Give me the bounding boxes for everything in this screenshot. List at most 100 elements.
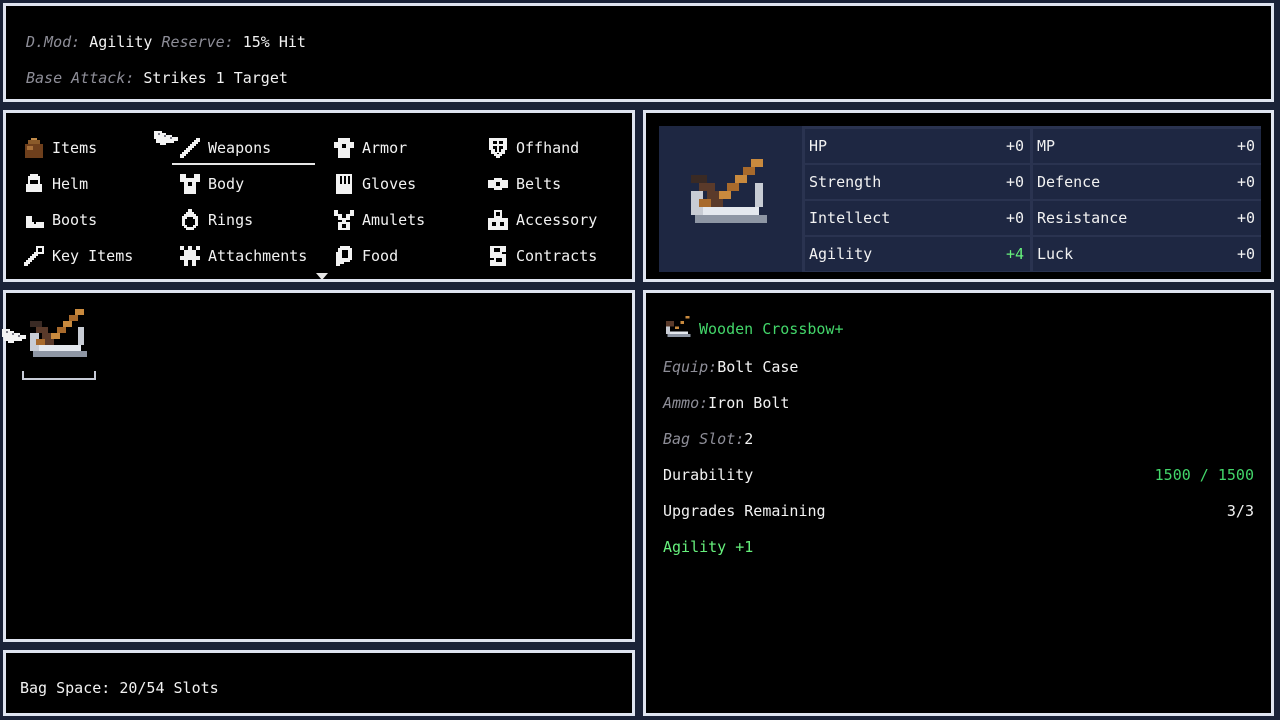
category-label: Belts [516, 175, 562, 193]
equip-value: Bolt Case [717, 358, 799, 376]
scroll-down-arrow-icon[interactable] [316, 273, 328, 280]
base-attack-value: Strikes 1 Target [143, 69, 288, 87]
category-belts[interactable]: Belts [486, 169, 561, 199]
stat-value: +0 [1236, 137, 1255, 155]
stat-name: Intellect [809, 209, 891, 227]
item-name: Wooden Crossbow+ [699, 320, 844, 338]
item-preview [659, 126, 802, 272]
equip-label: Equip: [663, 358, 718, 376]
category-label: Attachments [208, 247, 308, 265]
ammo-label: Ammo: [663, 394, 709, 412]
ammo-row: Ammo: Iron Bolt [663, 391, 1254, 415]
boots-icon [26, 216, 44, 228]
inventory-panel [2, 290, 635, 642]
stat-resistance: Resistance +0 [1033, 201, 1261, 235]
reserve-value: 15% Hit [242, 33, 306, 51]
stat-luck: Luck +0 [1033, 237, 1261, 271]
category-offhand[interactable]: Offhand [486, 133, 579, 163]
category-rings[interactable]: Rings [178, 205, 253, 235]
category-amulets[interactable]: Amulets [332, 205, 425, 235]
stat-name: Defence [1037, 173, 1101, 191]
category-label: Boots [52, 211, 98, 229]
sword-icon [180, 138, 200, 158]
inventory-slot[interactable] [20, 309, 96, 379]
category-attachments[interactable]: Attachments [178, 241, 307, 271]
bag-slot-label: Bag Slot: [663, 430, 745, 448]
contract-icon [490, 246, 506, 266]
category-key-items[interactable]: Key Items [22, 241, 133, 271]
category-label: Gloves [362, 175, 417, 193]
category-label: Offhand [516, 139, 580, 157]
crossbow-icon [30, 309, 87, 357]
belt-icon [488, 178, 508, 190]
category-food[interactable]: Food [332, 241, 398, 271]
ammo-value: Iron Bolt [708, 394, 790, 412]
armor-icon [334, 138, 354, 158]
stat-value: +0 [1236, 245, 1255, 263]
reserve-label: Reserve: [161, 33, 234, 51]
durability-label: Durability [663, 466, 754, 484]
stat-value: +0 [1005, 209, 1024, 227]
category-panel: Items Weapons Armor Offhand Helm Body Gl… [3, 110, 635, 282]
stat-value: +4 [1005, 245, 1024, 263]
stat-preview-panel: HP +0 MP +0 Strength +0 Defence +0 Intellect… [643, 110, 1274, 282]
stat-agility: Agility +4 [805, 237, 1030, 271]
crossbow-icon [666, 316, 691, 337]
category-label: Rings [208, 211, 254, 229]
bag-slot-value: 2 [744, 430, 754, 448]
stat-name: Luck [1037, 245, 1074, 263]
stat-grid: HP +0 MP +0 Strength +0 Defence +0 Intellect… [659, 126, 1261, 272]
category-label: Armor [362, 139, 408, 157]
durability-row: Durability 1500 / 1500 [663, 463, 1254, 487]
category-helm[interactable]: Helm [22, 169, 88, 199]
category-label: Amulets [362, 211, 426, 229]
stat-strength: Strength +0 [805, 165, 1030, 199]
attachment-icon [180, 246, 200, 266]
helm-icon [26, 174, 42, 192]
dmod-line: D.Mod: Agility Reserve: 15% Hit [26, 33, 306, 51]
category-gloves[interactable]: Gloves [332, 169, 416, 199]
stat-value: +0 [1005, 173, 1024, 191]
bonus-row: Agility +1 [663, 535, 1254, 559]
food-icon [336, 246, 352, 266]
item-detail-panel: Wooden Crossbow+ Equip: Bolt Case Ammo: … [643, 290, 1274, 716]
shield-icon [489, 138, 507, 158]
category-accessory[interactable]: Accessory [486, 205, 597, 235]
dmod-label: D.Mod: [26, 33, 81, 51]
category-armor[interactable]: Armor [332, 133, 407, 163]
category-label: Helm [52, 175, 89, 193]
item-summary-panel: D.Mod: Agility Reserve: 15% Hit Base Att… [3, 3, 1274, 102]
bag-space-text: Bag Space: 20/54 Slots [20, 679, 219, 697]
key-icon [24, 246, 44, 266]
stat-name: MP [1037, 137, 1056, 155]
stat-value: +0 [1005, 137, 1024, 155]
category-weapons[interactable]: Weapons [171, 133, 316, 165]
category-label: Key Items [52, 247, 134, 265]
bag-slot-row: Bag Slot: 2 [663, 427, 1254, 451]
bag-icon [25, 138, 43, 158]
selection-underline [22, 371, 96, 380]
category-label: Accessory [516, 211, 598, 229]
category-boots[interactable]: Boots [22, 205, 97, 235]
durability-value: 1500 / 1500 [1154, 466, 1254, 484]
dmod-value: Agility [89, 33, 153, 51]
equip-row: Equip: Bolt Case [663, 355, 1254, 379]
upgrades-row: Upgrades Remaining 3/3 [663, 499, 1254, 523]
stat-name: Resistance [1037, 209, 1128, 227]
stat-mp: MP +0 [1033, 129, 1261, 163]
category-body[interactable]: Body [178, 169, 244, 199]
category-label: Body [208, 175, 245, 193]
upgrades-label: Upgrades Remaining [663, 502, 826, 520]
gloves-icon [336, 174, 352, 194]
category-items[interactable]: Items [22, 133, 97, 163]
category-label: Weapons [208, 139, 272, 157]
stat-name: HP [809, 137, 828, 155]
stat-defence: Defence +0 [1033, 165, 1261, 199]
item-name-row: Wooden Crossbow+ [663, 316, 1254, 341]
body-icon [180, 174, 200, 194]
stat-intellect: Intellect +0 [805, 201, 1030, 235]
pointing-hand-icon [2, 329, 26, 343]
category-label: Contracts [516, 247, 598, 265]
stat-name: Strength [809, 173, 882, 191]
category-contracts[interactable]: Contracts [486, 241, 597, 271]
